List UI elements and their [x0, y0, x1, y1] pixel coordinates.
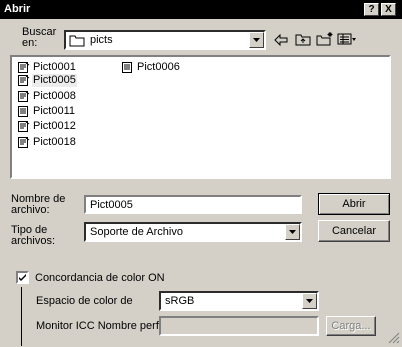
lookin-value: picts — [90, 34, 113, 46]
color-space-label: Espacio de color de — [36, 295, 133, 307]
filetype-label-line2: archivos: — [11, 235, 56, 247]
filename-input[interactable]: Pict0005 — [84, 195, 302, 214]
lookin-label-line2: en: — [22, 37, 38, 49]
folder-icon — [69, 34, 85, 50]
filename-label-line2: archivo: — [11, 204, 50, 216]
file-name: Pict0006 — [137, 61, 180, 73]
file-name: Pict0005 — [32, 74, 77, 87]
view-menu-icon[interactable] — [337, 33, 357, 49]
filetype-value: Soporte de Archivo — [90, 226, 183, 238]
file-icon — [18, 106, 30, 121]
file-icon — [18, 137, 30, 152]
resize-grip-icon[interactable] — [388, 332, 400, 347]
close-button[interactable]: X — [381, 3, 396, 16]
color-match-checkbox[interactable] — [16, 271, 29, 284]
group-divider — [21, 287, 22, 346]
file-name: Pict0001 — [33, 61, 76, 73]
filename-value: Pict0005 — [90, 199, 133, 211]
chevron-down-icon[interactable] — [249, 32, 264, 48]
lookin-dropdown[interactable]: picts — [64, 30, 266, 50]
window-title: Abrir — [4, 3, 31, 15]
checkmark-icon — [19, 274, 26, 281]
file-name: Pict0011 — [33, 105, 75, 117]
up-folder-icon[interactable] — [295, 33, 311, 49]
load-button[interactable]: Carga... — [326, 316, 376, 336]
new-folder-icon[interactable] — [316, 31, 334, 49]
cancel-button[interactable]: Cancelar — [318, 220, 390, 242]
file-icon — [18, 91, 30, 106]
color-match-label: Concordancia de color ON — [35, 272, 165, 284]
file-name: Pict0012 — [33, 120, 76, 132]
open-button[interactable]: Abrir — [318, 193, 390, 215]
help-button[interactable]: ? — [364, 3, 379, 16]
file-name: Pict0008 — [33, 90, 76, 102]
color-space-dropdown[interactable]: sRGB — [159, 291, 319, 311]
back-arrow-icon[interactable] — [274, 33, 288, 49]
file-icon — [18, 121, 30, 136]
chevron-down-icon[interactable] — [302, 293, 317, 309]
title-bar: Abrir ? X — [0, 0, 402, 19]
color-space-value: sRGB — [165, 295, 195, 307]
file-icon — [122, 62, 134, 77]
file-name: Pict0018 — [33, 136, 76, 148]
file-icon — [18, 75, 30, 90]
monitor-profile-input[interactable] — [159, 316, 319, 336]
monitor-profile-label: Monitor ICC Nombre perfil — [36, 320, 164, 332]
chevron-down-icon[interactable] — [285, 224, 300, 240]
file-list[interactable]: Pict0001 Pict0006 Pict0005 Pict0008 Pict… — [10, 55, 391, 179]
filetype-dropdown[interactable]: Soporte de Archivo — [84, 222, 302, 242]
